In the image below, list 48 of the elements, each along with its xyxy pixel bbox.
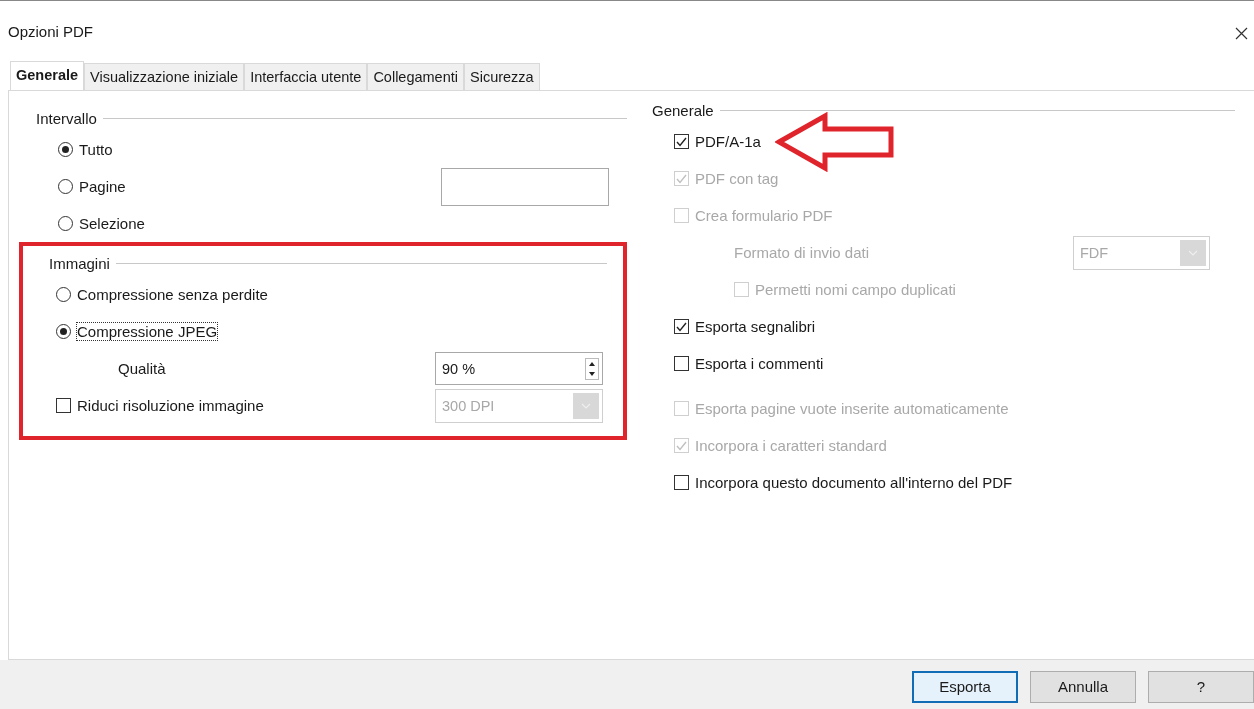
tab[interactable]: Visualizzazione iniziale (84, 63, 245, 90)
tab[interactable]: Generale (10, 61, 85, 91)
pages-input[interactable] (441, 167, 609, 206)
checkbox-label: Esporta pagine vuote inserite automaticamente (695, 400, 1009, 417)
checkbox-label: PDF con tag (695, 170, 779, 187)
checkbox-label: Permetti nomi campo duplicati (755, 281, 956, 298)
check-icon (676, 136, 687, 147)
checkbox[interactable] (674, 134, 689, 149)
group-title: Generale (652, 101, 714, 119)
checkbox-label: Riduci risoluzione immagine (77, 397, 264, 414)
checkbox-label: Incorpora i caratteri standard (695, 437, 887, 454)
radio-button[interactable] (58, 216, 73, 231)
tab[interactable]: Collegamenti (367, 63, 464, 90)
radio-button[interactable] (56, 324, 71, 339)
chevron-down-icon (1180, 239, 1206, 266)
group-title: Immagini (49, 254, 110, 272)
checkbox-label: Crea formulario PDF (695, 207, 833, 224)
checkbox-label: PDF/A-1a (695, 133, 761, 150)
close-icon[interactable] (1235, 27, 1248, 40)
tab[interactable]: Interfaccia utente (244, 63, 368, 90)
checkbox-label: Esporta segnalibri (695, 318, 816, 335)
checkbox[interactable] (674, 356, 689, 371)
dialog-button[interactable]: Annulla (1030, 670, 1136, 703)
check-icon (676, 321, 687, 332)
chevron-down-icon (573, 392, 599, 419)
field-label: Qualità (118, 360, 166, 377)
radio-label: Pagine (79, 178, 126, 195)
spin-arrows-icon (585, 357, 599, 380)
radio-button[interactable] (58, 179, 73, 194)
window-title: Opzioni PDF (8, 23, 94, 40)
dialog-button[interactable]: Esporta (912, 670, 1018, 703)
radio-button[interactable] (56, 287, 71, 302)
checkbox-label: Incorpora questo documento all'interno del PDF (695, 474, 1013, 491)
radio-label: Compressione JPEG (77, 323, 218, 340)
dialog-button[interactable]: ? (1148, 670, 1254, 703)
check-icon (676, 173, 687, 184)
radio-label: Compressione senza perdite (77, 286, 268, 303)
tab[interactable]: Sicurezza (464, 63, 540, 90)
field-label: Formato di invio dati (734, 244, 870, 261)
check-icon (676, 440, 687, 451)
radio-label: Tutto (79, 141, 113, 158)
group-title: Intervallo (36, 109, 97, 127)
checkbox[interactable] (674, 475, 689, 490)
radio-label: Selezione (79, 215, 145, 232)
checkbox-label: Esporta i commenti (695, 355, 824, 372)
radio-button[interactable] (58, 142, 73, 157)
quality-spinbox[interactable]: 90 % (435, 352, 603, 385)
checkbox[interactable] (674, 319, 689, 334)
